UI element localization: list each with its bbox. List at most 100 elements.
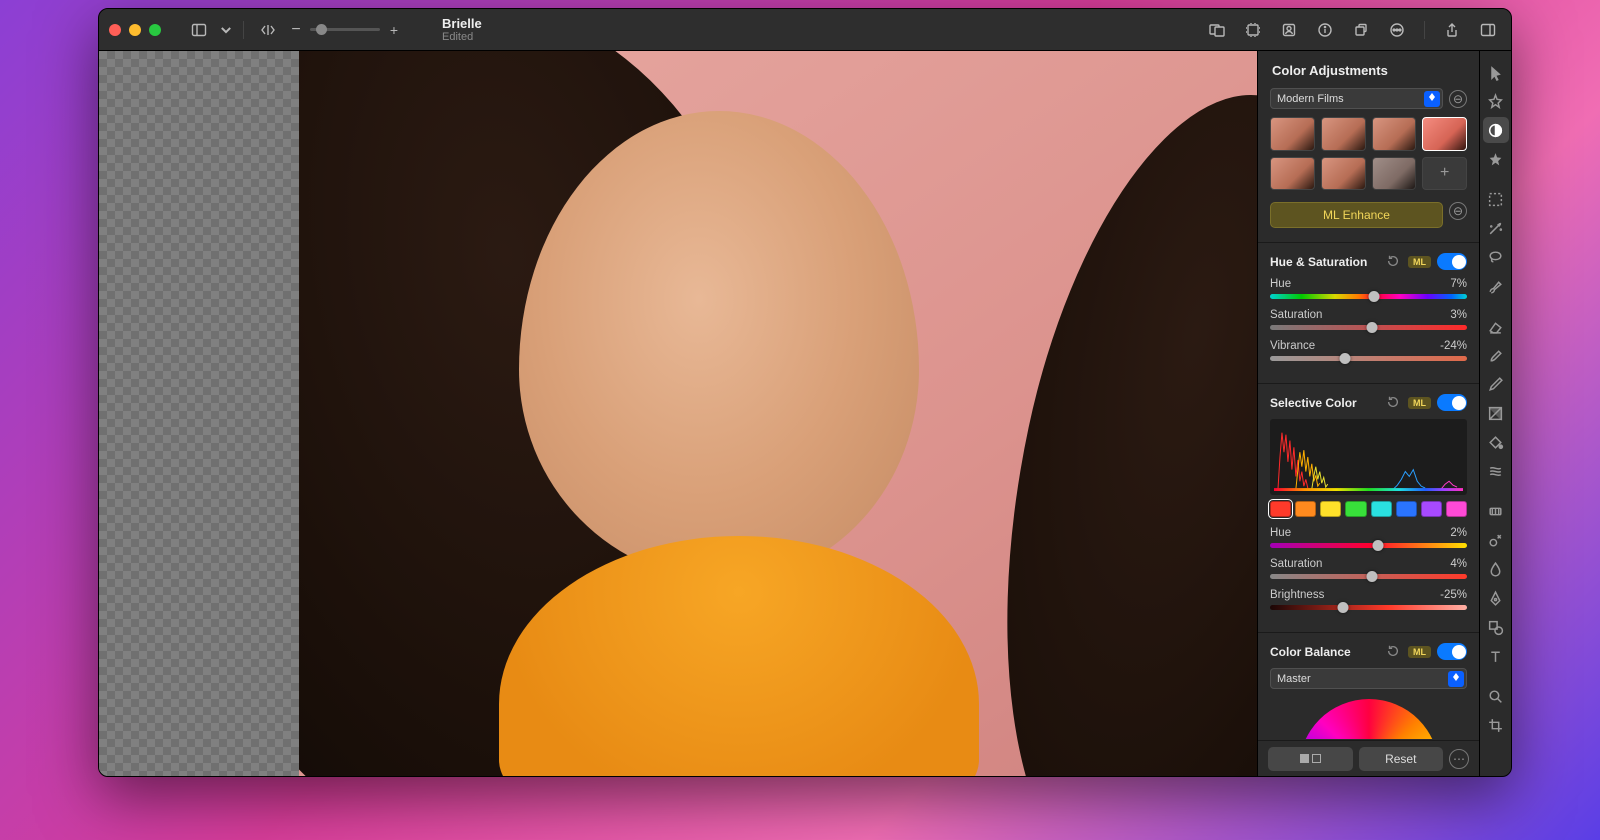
param-value: 3% bbox=[1450, 309, 1467, 321]
reset-section-icon[interactable] bbox=[1386, 254, 1402, 270]
ml-tag[interactable]: ML bbox=[1408, 256, 1431, 268]
param-slider[interactable] bbox=[1270, 543, 1467, 548]
reset-section-icon[interactable] bbox=[1386, 395, 1402, 411]
pen-tool[interactable] bbox=[1483, 585, 1509, 611]
marquee-tool[interactable] bbox=[1483, 186, 1509, 212]
canvas[interactable] bbox=[99, 51, 1257, 776]
titlebar: − + Brielle Edited bbox=[99, 9, 1511, 51]
param-value: 2% bbox=[1450, 527, 1467, 539]
preset-thumb[interactable] bbox=[1270, 117, 1315, 151]
param-slider[interactable] bbox=[1270, 294, 1467, 299]
compare-button[interactable] bbox=[1204, 17, 1230, 43]
param-slider[interactable] bbox=[1270, 356, 1467, 361]
ml-enhance-options-button[interactable]: ⊖ bbox=[1449, 202, 1467, 220]
color-wheel[interactable] bbox=[1270, 699, 1467, 739]
color-swatch[interactable] bbox=[1396, 501, 1417, 517]
param-value: -24% bbox=[1440, 340, 1467, 352]
ml-enhance-button[interactable]: ML Enhance bbox=[1270, 202, 1443, 228]
gradient-tool[interactable] bbox=[1483, 400, 1509, 426]
text-tool[interactable] bbox=[1483, 643, 1509, 669]
tone-dropdown-label: Master bbox=[1277, 673, 1311, 685]
arrow-tool[interactable] bbox=[1483, 59, 1509, 85]
fullscreen-window-button[interactable] bbox=[149, 24, 161, 36]
lasso-tool[interactable] bbox=[1483, 244, 1509, 270]
preset-thumb[interactable] bbox=[1321, 157, 1366, 191]
app-window: − + Brielle Edited bbox=[98, 8, 1512, 777]
color-swatch[interactable] bbox=[1270, 501, 1291, 517]
blur-tool[interactable] bbox=[1483, 556, 1509, 582]
ml-crop-button[interactable] bbox=[1240, 17, 1266, 43]
color-swatch[interactable] bbox=[1295, 501, 1316, 517]
ml-tag[interactable]: ML bbox=[1408, 646, 1431, 658]
section-toggle[interactable] bbox=[1437, 394, 1467, 411]
section-toggle[interactable] bbox=[1437, 643, 1467, 660]
hue-saturation-section: Hue & Saturation ML Hue7% Saturation3% V… bbox=[1258, 242, 1479, 383]
param-slider[interactable] bbox=[1270, 325, 1467, 330]
share-button[interactable] bbox=[1439, 17, 1465, 43]
color-swatches bbox=[1270, 501, 1467, 517]
pencil-tool[interactable] bbox=[1483, 371, 1509, 397]
param-label: Brightness bbox=[1270, 589, 1324, 601]
zoom-tool[interactable] bbox=[1483, 683, 1509, 709]
clone-tool[interactable] bbox=[1483, 527, 1509, 553]
wand-tool[interactable] bbox=[1483, 215, 1509, 241]
warp-tool[interactable] bbox=[1483, 458, 1509, 484]
fill-tool[interactable] bbox=[1483, 429, 1509, 455]
param-slider[interactable] bbox=[1270, 605, 1467, 610]
more-options-button[interactable] bbox=[1384, 17, 1410, 43]
zoom-in-button[interactable]: + bbox=[386, 17, 402, 43]
reset-all-button[interactable]: Reset bbox=[1359, 747, 1444, 771]
effects-tool[interactable] bbox=[1483, 146, 1509, 172]
tone-dropdown[interactable]: Master bbox=[1270, 668, 1467, 689]
add-preset-button[interactable]: + bbox=[1422, 157, 1467, 191]
color-swatch[interactable] bbox=[1446, 501, 1467, 517]
close-window-button[interactable] bbox=[109, 24, 121, 36]
duplicate-button[interactable] bbox=[1348, 17, 1374, 43]
collapse-presets-button[interactable]: ⊖ bbox=[1449, 90, 1467, 108]
zoom-out-button[interactable]: − bbox=[288, 17, 304, 43]
tone-caret-icon bbox=[1448, 671, 1464, 687]
erase-tool[interactable] bbox=[1483, 313, 1509, 339]
preset-caret-icon bbox=[1424, 91, 1440, 107]
preset-thumb[interactable] bbox=[1422, 117, 1467, 151]
param-value: 7% bbox=[1450, 278, 1467, 290]
adjust-tool[interactable] bbox=[1483, 117, 1509, 143]
window-controls bbox=[109, 24, 161, 36]
color-swatch[interactable] bbox=[1320, 501, 1341, 517]
minimize-window-button[interactable] bbox=[129, 24, 141, 36]
toggle-inspector-button[interactable] bbox=[1475, 17, 1501, 43]
color-swatch[interactable] bbox=[1421, 501, 1442, 517]
code-toggle-button[interactable] bbox=[254, 17, 282, 43]
styles-tool[interactable] bbox=[1483, 88, 1509, 114]
info-button[interactable] bbox=[1312, 17, 1338, 43]
inspector-footer: Reset ⋯ bbox=[1258, 740, 1479, 776]
toggle-sidebar-button[interactable] bbox=[185, 17, 213, 43]
param-value: 4% bbox=[1450, 558, 1467, 570]
ml-tag[interactable]: ML bbox=[1408, 397, 1431, 409]
reset-section-icon[interactable] bbox=[1386, 644, 1402, 660]
brush-tool[interactable] bbox=[1483, 273, 1509, 299]
portrait-button[interactable] bbox=[1276, 17, 1302, 43]
preset-thumb[interactable] bbox=[1321, 117, 1366, 151]
tool-rail bbox=[1479, 51, 1511, 776]
repair-tool[interactable] bbox=[1483, 498, 1509, 524]
crop-tool[interactable] bbox=[1483, 712, 1509, 738]
preset-thumb[interactable] bbox=[1372, 157, 1417, 191]
zoom-slider[interactable] bbox=[310, 28, 380, 31]
split-compare-button[interactable] bbox=[1268, 747, 1353, 771]
param-value: -25% bbox=[1440, 589, 1467, 601]
preset-thumb[interactable] bbox=[1372, 117, 1417, 151]
param-slider[interactable] bbox=[1270, 574, 1467, 579]
section-title: Color Balance bbox=[1270, 645, 1380, 659]
paint-tool[interactable] bbox=[1483, 342, 1509, 368]
color-swatch[interactable] bbox=[1345, 501, 1366, 517]
section-toggle[interactable] bbox=[1437, 253, 1467, 270]
shape-tool[interactable] bbox=[1483, 614, 1509, 640]
preset-dropdown[interactable]: Modern Films bbox=[1270, 88, 1443, 109]
param-label: Saturation bbox=[1270, 558, 1322, 570]
separator bbox=[1424, 21, 1425, 39]
sidebar-options-chevron-icon[interactable] bbox=[219, 17, 233, 43]
preset-thumb[interactable] bbox=[1270, 157, 1315, 191]
footer-more-button[interactable]: ⋯ bbox=[1449, 749, 1469, 769]
color-swatch[interactable] bbox=[1371, 501, 1392, 517]
